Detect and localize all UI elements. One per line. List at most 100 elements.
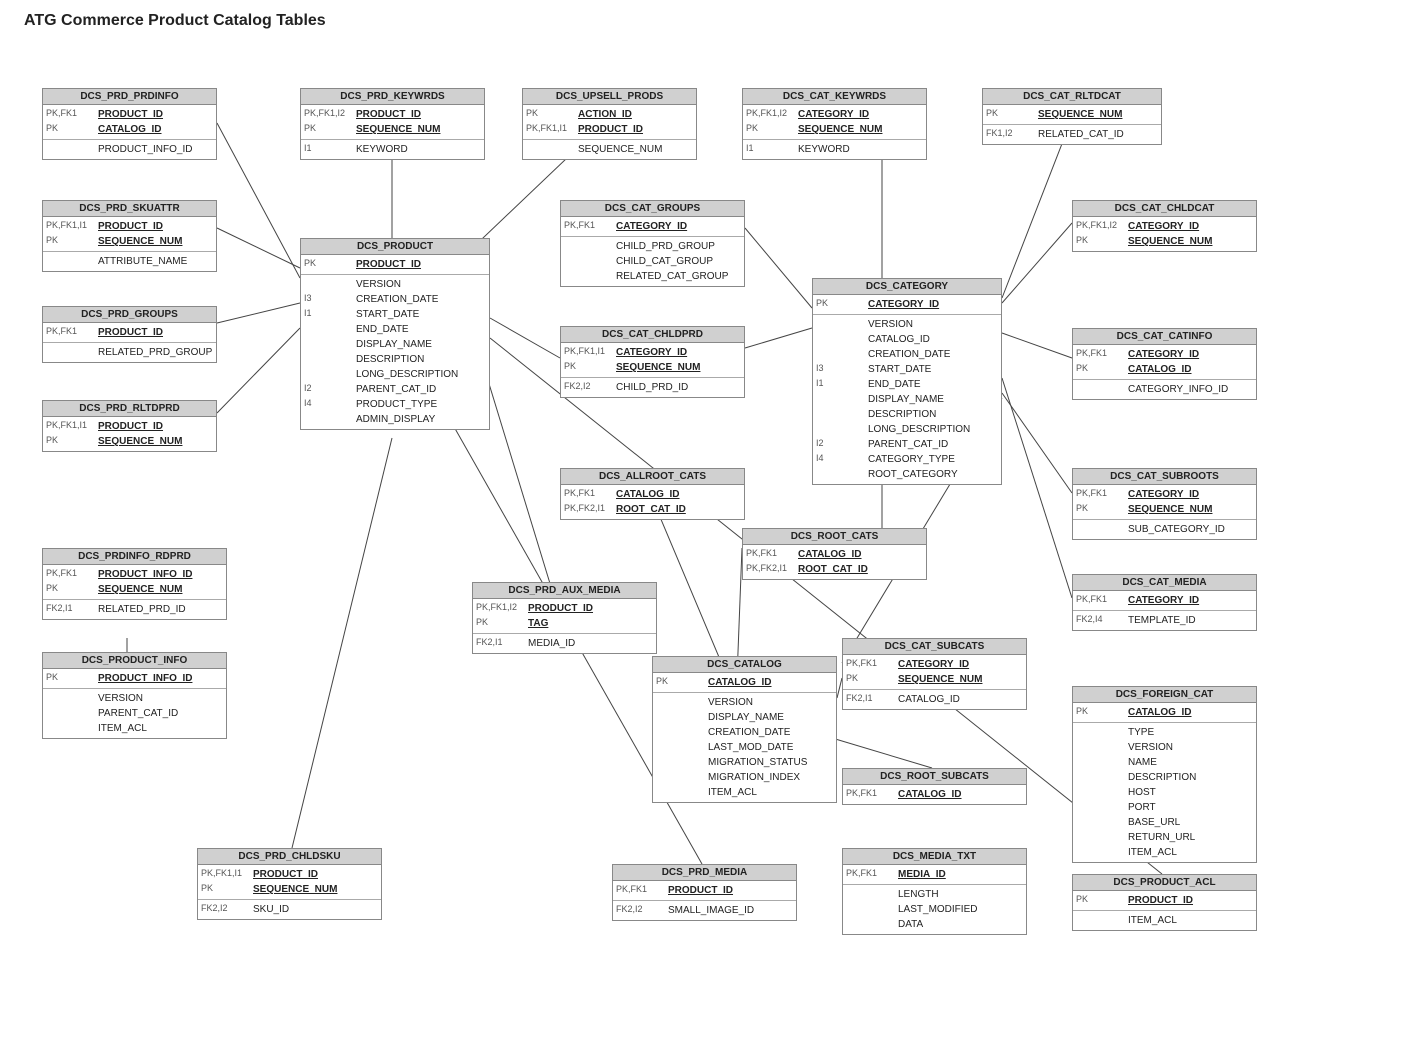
row-key: I1 (816, 378, 868, 390)
table-row: PK,FK1CATEGORY_ID (1073, 347, 1256, 362)
table-row: PK,FK1PRODUCT_INFO_ID (43, 567, 226, 582)
row-field: PORT (1128, 801, 1156, 814)
row-divider (613, 900, 796, 901)
row-field: CREATION_DATE (868, 348, 950, 361)
row-field: SEQUENCE_NUM (98, 435, 182, 448)
row-divider (1073, 910, 1256, 911)
table-body: PK,FK1CATEGORY_IDPKCATALOG_ID CATEGORY_IN… (1073, 345, 1256, 399)
table-dcs_cat_subcats: DCS_CAT_SUBCATSPK,FK1CATEGORY_IDPKSEQUEN… (842, 638, 1027, 710)
table-row: PKSEQUENCE_NUM (1073, 234, 1256, 249)
table-row: PK,FK1,I2CATEGORY_ID (1073, 219, 1256, 234)
row-field: RELATED_CAT_GROUP (616, 270, 728, 283)
table-row: MIGRATION_INDEX (653, 770, 836, 785)
row-field: END_DATE (356, 323, 409, 336)
table-header: DCS_CATEGORY (813, 279, 1001, 295)
table-dcs_prd_media: DCS_PRD_MEDIAPK,FK1PRODUCT_IDFK2,I2SMALL… (612, 864, 797, 921)
row-field: ACTION_ID (578, 108, 632, 121)
table-dcs_prd_chldsku: DCS_PRD_CHLDSKUPK,FK1,I1PRODUCT_IDPKSEQU… (197, 848, 382, 920)
row-key: PK (526, 108, 578, 120)
row-field: CATEGORY_ID (1128, 348, 1199, 361)
table-row: ATTRIBUTE_NAME (43, 254, 216, 269)
row-field: SEQUENCE_NUM (1128, 235, 1212, 248)
row-field: SEQUENCE_NUM (1038, 108, 1122, 121)
table-row: PK,FK1CATALOG_ID (743, 547, 926, 562)
table-header: DCS_PRD_RLTDPRD (43, 401, 216, 417)
row-key: PK,FK1 (846, 868, 898, 880)
row-key: PK,FK1,I2 (746, 108, 798, 120)
table-row: CHILD_CAT_GROUP (561, 254, 744, 269)
row-field: PRODUCT_INFO_ID (98, 568, 192, 581)
row-key: PK (1076, 363, 1128, 375)
table-header: DCS_UPSELL_PRODS (523, 89, 696, 105)
row-field: ATTRIBUTE_NAME (98, 255, 187, 268)
table-header: DCS_CAT_KEYWRDS (743, 89, 926, 105)
row-key: FK2,I4 (1076, 614, 1128, 626)
table-row: PK,FK1CATALOG_ID (561, 487, 744, 502)
row-field: LONG_DESCRIPTION (356, 368, 458, 381)
table-body: PK,FK1CATALOG_IDPK,FK2,I1ROOT_CAT_ID (743, 545, 926, 579)
row-divider (301, 274, 489, 275)
row-field: CREATION_DATE (708, 726, 790, 739)
table-row: DISPLAY_NAME (653, 710, 836, 725)
row-field: MIGRATION_STATUS (708, 756, 807, 769)
table-row: PKSEQUENCE_NUM (1073, 502, 1256, 517)
row-field: SEQUENCE_NUM (98, 583, 182, 596)
row-field: TAG (528, 617, 548, 630)
table-row: PK,FK2,I1ROOT_CAT_ID (561, 502, 744, 517)
row-divider (43, 342, 216, 343)
row-field: KEYWORD (356, 143, 408, 156)
table-dcs_allroot_cats: DCS_ALLROOT_CATSPK,FK1CATALOG_IDPK,FK2,I… (560, 468, 745, 520)
table-row: DESCRIPTION (813, 407, 1001, 422)
table-row: PKSEQUENCE_NUM (561, 360, 744, 375)
row-field: SEQUENCE_NUM (356, 123, 440, 136)
row-field: RELATED_CAT_ID (1038, 128, 1124, 141)
table-body: PK,FK1CATEGORY_IDFK2,I4TEMPLATE_ID (1073, 591, 1256, 630)
row-field: CATEGORY_INFO_ID (1128, 383, 1228, 396)
row-field: CATEGORY_ID (1128, 594, 1199, 607)
table-header: DCS_PRD_MEDIA (613, 865, 796, 881)
row-field: PRODUCT_ID (98, 220, 163, 233)
table-header: DCS_PRODUCT_INFO (43, 653, 226, 669)
table-row: PK,FK1CATEGORY_ID (1073, 593, 1256, 608)
table-row: FK2,I2CHILD_PRD_ID (561, 380, 744, 395)
row-key: PK,FK1 (846, 788, 898, 800)
row-field: PARENT_CAT_ID (356, 383, 436, 396)
table-row: LENGTH (843, 887, 1026, 902)
row-field: CATEGORY_ID (1128, 220, 1199, 233)
table-row: LAST_MOD_DATE (653, 740, 836, 755)
table-body: PKPRODUCT_INFO_IDVERSIONPARENT_CAT_IDITE… (43, 669, 226, 738)
row-key: PK (986, 108, 1038, 120)
table-row: PRODUCT_INFO_ID (43, 142, 216, 157)
table-row: PKSEQUENCE_NUM (43, 582, 226, 597)
row-field: CATALOG_ID (1128, 363, 1192, 376)
table-row: PKSEQUENCE_NUM (43, 234, 216, 249)
row-field: DESCRIPTION (868, 408, 936, 421)
row-field: VERSION (868, 318, 913, 331)
row-field: RELATED_PRD_GROUP (98, 346, 212, 359)
row-field: CATALOG_ID (1128, 706, 1192, 719)
table-row: PORT (1073, 800, 1256, 815)
table-row: DATA (843, 917, 1026, 932)
row-field: CATEGORY_ID (868, 298, 939, 311)
table-row: PKTAG (473, 616, 656, 631)
row-key: PK,FK1,I1 (526, 123, 578, 135)
row-field: PRODUCT_ID (356, 258, 421, 271)
row-field: ROOT_CAT_ID (616, 503, 686, 516)
row-field: ITEM_ACL (98, 722, 147, 735)
row-key: PK,FK2,I1 (746, 563, 798, 575)
table-dcs_cat_media: DCS_CAT_MEDIAPK,FK1CATEGORY_IDFK2,I4TEMP… (1072, 574, 1257, 631)
row-field: PRODUCT_ID (98, 420, 163, 433)
table-row: BASE_URL (1073, 815, 1256, 830)
row-field: CHILD_PRD_GROUP (616, 240, 715, 253)
table-row: PK,FK2,I1ROOT_CAT_ID (743, 562, 926, 577)
table-row: SEQUENCE_NUM (523, 142, 696, 157)
row-field: START_DATE (356, 308, 419, 321)
row-key: PK,FK1,I2 (304, 108, 356, 120)
table-dcs_prd_aux_media: DCS_PRD_AUX_MEDIAPK,FK1,I2PRODUCT_IDPKTA… (472, 582, 657, 654)
row-divider (43, 688, 226, 689)
row-field: NAME (1128, 756, 1157, 769)
row-field: PRODUCT_ID (98, 108, 163, 121)
row-field: CHILD_CAT_GROUP (616, 255, 713, 268)
table-dcs_prd_skuattr: DCS_PRD_SKUATTRPK,FK1,I1PRODUCT_IDPKSEQU… (42, 200, 217, 272)
table-row: FK2,I2SKU_ID (198, 902, 381, 917)
